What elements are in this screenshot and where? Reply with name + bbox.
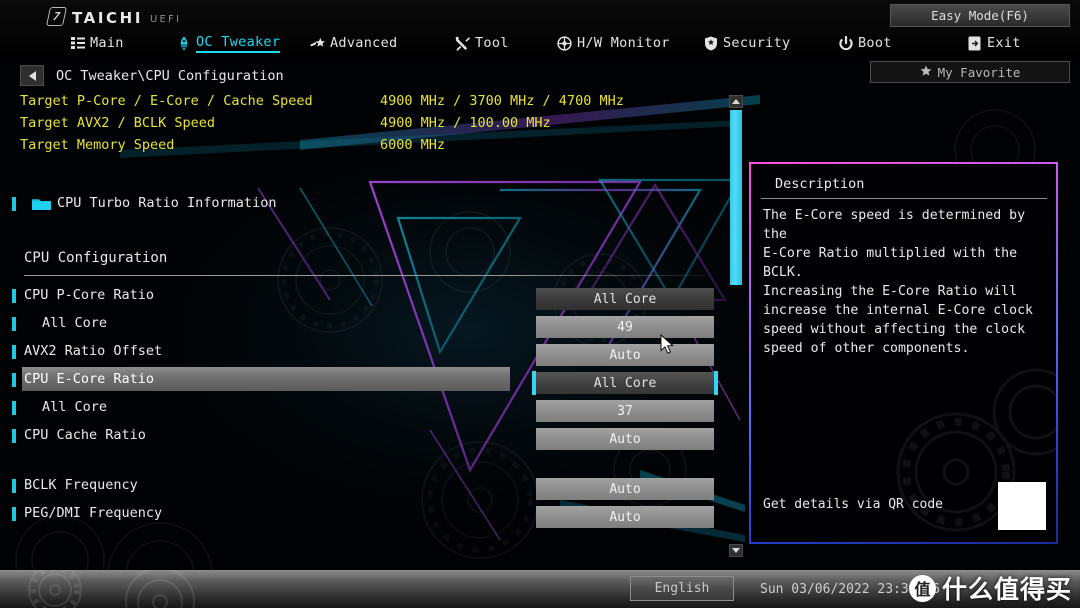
list-item-label: CPU Cache Ratio — [24, 427, 146, 443]
nav-tab-exit-label: Exit — [987, 35, 1021, 51]
nav-tab-exit[interactable]: Exit — [967, 30, 1021, 56]
list-item-label: AVX2 Ratio Offset — [24, 343, 163, 359]
taichi-mark-icon: 7 — [45, 7, 68, 26]
target-speed-summary: Target P-Core / E-Core / Cache Speed 490… — [0, 92, 760, 158]
list-item-label: CPU Turbo Ratio Information — [57, 195, 277, 211]
list-item-label: All Core — [42, 399, 108, 415]
field-p-all-core[interactable]: 49 — [536, 316, 714, 338]
datetime-display: Sun 03/06/2022 23:32:56 — [760, 582, 941, 597]
scroll-up-arrow-icon[interactable] — [729, 95, 743, 108]
field-cpu-cache-ratio[interactable]: Auto — [536, 428, 714, 450]
folder-icon — [32, 196, 51, 210]
nav-tab-advanced[interactable]: Advanced — [310, 30, 397, 56]
qr-code-label: Get details via QR code — [763, 497, 944, 512]
target-value: 6000 MHz — [380, 137, 446, 153]
field-avx2-ratio-offset[interactable]: Auto — [536, 344, 714, 366]
nav-tab-boot-label: Boot — [858, 35, 892, 51]
description-body: The E-Core speed is determined by the E-… — [763, 208, 1033, 356]
exit-icon — [967, 36, 982, 51]
target-label: Target Memory Speed — [20, 137, 175, 153]
bios-screen: 7 TAICHI UEFI Easy Mode(F6) Main OC Twea… — [0, 0, 1080, 608]
field-peg-dmi-frequency[interactable]: Auto — [536, 506, 714, 528]
value-fields-column: All Core 49 Auto All Core 37 Auto Auto A… — [532, 288, 718, 534]
monitor-icon — [557, 35, 572, 51]
field-value: Auto — [609, 509, 641, 525]
target-row: Target P-Core / E-Core / Cache Speed 490… — [0, 92, 760, 114]
nav-tab-tool-label: Tool — [475, 35, 509, 51]
settings-scrollbar[interactable] — [729, 95, 743, 557]
easy-mode-label: Easy Mode(F6) — [931, 8, 1029, 23]
target-row: Target Memory Speed 6000 MHz — [0, 136, 760, 158]
brand-logo: 7 TAICHI UEFI — [45, 7, 182, 27]
list-item-label: CPU P-Core Ratio — [24, 287, 155, 303]
field-cpu-p-core-ratio[interactable]: All Core — [536, 288, 714, 310]
field-bclk-frequency[interactable]: Auto — [536, 478, 714, 500]
field-value: All Core — [593, 291, 657, 307]
description-divider — [761, 198, 1047, 199]
language-selector[interactable]: English — [630, 576, 734, 601]
nav-tab-hw-monitor-label: H/W Monitor — [577, 35, 670, 51]
nav-tab-oc-tweaker[interactable]: OC Tweaker — [176, 30, 281, 56]
shield-icon — [703, 36, 718, 51]
nav-tab-security-label: Security — [723, 35, 791, 51]
qr-code-icon — [998, 482, 1046, 530]
main-navigation: Main OC Tweaker Advanced Tool H/W Monito… — [0, 30, 1080, 58]
field-value: All Core — [593, 375, 657, 391]
language-label: English — [654, 581, 710, 596]
tools-icon — [455, 36, 470, 51]
field-value: Auto — [609, 481, 641, 497]
list-icon — [70, 36, 85, 51]
list-item-label: All Core — [42, 315, 108, 331]
nav-tab-hw-monitor[interactable]: H/W Monitor — [557, 30, 670, 56]
list-item-label: CPU E-Core Ratio — [24, 371, 155, 387]
my-favorite-button[interactable]: My Favorite — [870, 61, 1070, 83]
rocket-icon — [176, 36, 191, 51]
brand-name: TAICHI — [72, 9, 144, 27]
nav-tab-main-label: Main — [90, 35, 124, 51]
target-row: Target AVX2 / BCLK Speed 4900 MHz / 100.… — [0, 114, 760, 136]
nav-tab-advanced-label: Advanced — [330, 35, 398, 51]
field-value: 37 — [617, 403, 633, 419]
easy-mode-button[interactable]: Easy Mode(F6) — [890, 4, 1070, 27]
field-value: Auto — [609, 347, 641, 363]
nav-tab-boot[interactable]: Boot — [838, 30, 892, 56]
breadcrumb: OC Tweaker\CPU Configuration — [20, 65, 284, 86]
header-bar: 7 TAICHI UEFI Easy Mode(F6) Main OC Twea… — [0, 0, 1080, 58]
target-label: Target AVX2 / BCLK Speed — [20, 115, 216, 131]
field-value: 49 — [617, 319, 633, 335]
section-header-cpu-configuration: CPU Configuration — [0, 220, 745, 282]
description-title: Description — [775, 176, 865, 192]
field-value: Auto — [609, 431, 641, 447]
power-icon — [838, 35, 853, 51]
row-marker-icon — [12, 197, 16, 211]
list-item-label: BCLK Frequency — [24, 477, 138, 493]
footer-gear-decoration-icon — [28, 570, 195, 608]
nav-tab-oc-tweaker-label: OC Tweaker — [196, 34, 281, 53]
list-item-cpu-turbo-ratio-information[interactable]: CPU Turbo Ratio Information — [0, 190, 745, 220]
nav-tab-security[interactable]: Security — [703, 30, 790, 56]
back-arrow-icon[interactable] — [20, 65, 44, 86]
star-arrow-icon — [310, 36, 325, 51]
nav-tab-main[interactable]: Main — [70, 30, 124, 56]
section-divider — [24, 275, 724, 276]
scrollbar-thumb[interactable] — [730, 110, 742, 285]
field-cpu-e-core-ratio[interactable]: All Core — [532, 371, 718, 395]
description-panel: Description The E-Core speed is determin… — [749, 162, 1058, 544]
list-item-label: PEG/DMI Frequency — [24, 505, 163, 521]
my-favorite-label: My Favorite — [937, 64, 1021, 80]
target-value: 4900 MHz / 3700 MHz / 4700 MHz — [380, 93, 624, 109]
scroll-down-arrow-icon[interactable] — [729, 544, 743, 557]
nav-tab-tool[interactable]: Tool — [455, 30, 509, 56]
breadcrumb-path: OC Tweaker\CPU Configuration — [56, 67, 284, 84]
target-label: Target P-Core / E-Core / Cache Speed — [20, 93, 313, 109]
target-value: 4900 MHz / 100.00 MHz — [380, 115, 551, 131]
field-e-all-core[interactable]: 37 — [536, 400, 714, 422]
star-icon — [920, 65, 932, 80]
status-bar: English Sun 03/06/2022 23:32:56 — [0, 570, 1080, 608]
brand-subtitle: UEFI — [150, 14, 182, 25]
section-heading: CPU Configuration — [24, 250, 168, 266]
